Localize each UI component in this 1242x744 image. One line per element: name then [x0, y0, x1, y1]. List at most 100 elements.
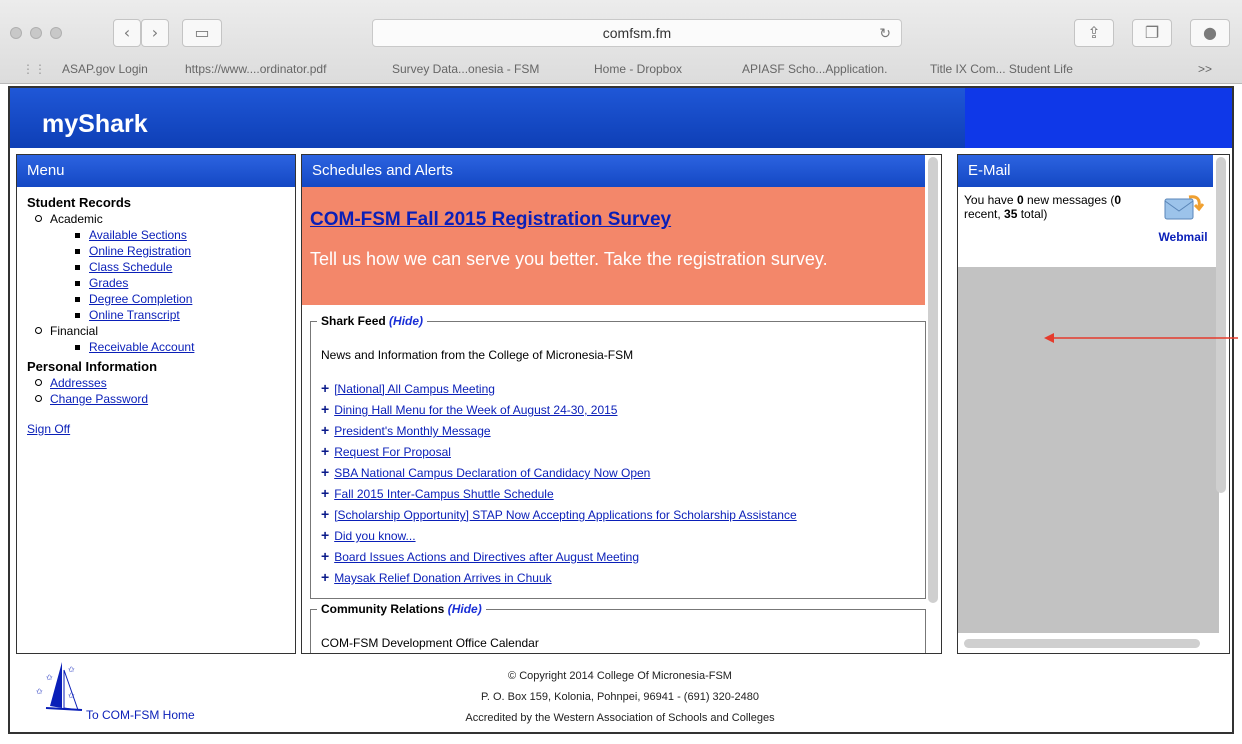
email-content-area	[958, 267, 1219, 633]
chevron-right-icon: ›	[151, 23, 159, 42]
shark-feed-hide-link[interactable]: (Hide)	[389, 314, 423, 328]
bookmark-item[interactable]: ASAP.gov Login	[62, 62, 148, 76]
academic-label: Academic	[27, 211, 285, 227]
feed-item: + Board Issues Actions and Directives aft…	[321, 548, 640, 564]
accreditation-text: Accredited by the Western Association of…	[465, 712, 775, 724]
browser-chrome: ‹ › ▭ comfsm.fm ↻ ⇪ ❐ ● ⋮⋮ ASAP.gov Logi…	[0, 0, 1242, 84]
community-legend: Community Relations (Hide)	[317, 602, 486, 616]
close-window-button[interactable]	[10, 27, 22, 39]
chevron-left-icon: ‹	[123, 23, 131, 42]
menu-panel: Menu Student Records Academic Available …	[16, 154, 296, 654]
myshark-logo: myShark	[42, 110, 148, 138]
bookmark-item[interactable]: https://www....ordinator.pdf	[185, 62, 326, 76]
web-page: myShark Menu Student Records Academic Av…	[8, 86, 1238, 734]
email-scrollbar[interactable]	[1216, 157, 1226, 493]
downloads-button[interactable]: ●	[1190, 19, 1230, 47]
menu-link-class-schedule[interactable]: Class Schedule	[89, 260, 172, 274]
feed-item: + [Scholarship Opportunity] STAP Now Acce…	[321, 506, 797, 522]
banner-accent	[965, 88, 1232, 148]
feed-item: + [National] All Campus Meeting	[321, 380, 495, 396]
menu-link-degree-completion[interactable]: Degree Completion	[89, 292, 192, 306]
plus-icon[interactable]: +	[321, 401, 329, 417]
community-hide-link[interactable]: (Hide)	[448, 602, 482, 616]
more-bookmarks-button[interactable]: >>	[1198, 62, 1212, 76]
schedules-header: Schedules and Alerts	[302, 155, 925, 187]
url-text: comfsm.fm	[602, 25, 672, 41]
shark-feed-legend: Shark Feed (Hide)	[317, 314, 428, 328]
plus-icon[interactable]: +	[321, 380, 329, 396]
browser-toolbar: ‹ › ▭ comfsm.fm ↻ ⇪ ❐ ●	[0, 10, 1242, 50]
bookmark-item[interactable]: Survey Data...onesia - FSM	[392, 62, 539, 76]
svg-text:✩: ✩	[68, 691, 75, 700]
schedules-scrollbar[interactable]	[928, 157, 938, 603]
bookmark-item[interactable]: Title IX Com... Student Life	[930, 62, 1073, 76]
survey-text: Tell us how we can serve you better. Tak…	[310, 249, 828, 269]
grid-icon[interactable]: ⋮⋮	[22, 62, 46, 76]
sign-off-link[interactable]: Sign Off	[27, 422, 70, 436]
envelope-icon	[1164, 195, 1205, 220]
community-relations-box: Community Relations (Hide) COM-FSM Devel…	[310, 602, 926, 653]
share-button[interactable]: ⇪	[1074, 19, 1114, 47]
menu-link-online-transcript[interactable]: Online Transcript	[89, 308, 180, 322]
feed-item: + Maysak Relief Donation Arrives in Chuuk	[321, 569, 552, 585]
zoom-window-button[interactable]	[50, 27, 62, 39]
plus-icon[interactable]: +	[321, 506, 329, 522]
minimize-window-button[interactable]	[30, 27, 42, 39]
plus-icon[interactable]: +	[321, 464, 329, 480]
footer-info: © Copyright 2014 College Of Micronesia-F…	[310, 666, 930, 729]
menu-link-online-registration[interactable]: Online Registration	[89, 244, 191, 258]
menu-link-available-sections[interactable]: Available Sections	[89, 228, 187, 242]
webmail-link[interactable]: Webmail	[1148, 193, 1218, 244]
plus-icon[interactable]: +	[321, 569, 329, 585]
plus-icon[interactable]: +	[321, 527, 329, 543]
email-panel: E-Mail You have 0 new messages (0 recent…	[957, 154, 1230, 654]
feed-item: + Dining Hall Menu for the Week of August…	[321, 401, 618, 417]
menu-link-grades[interactable]: Grades	[89, 276, 128, 290]
feed-intro: News and Information from the College of…	[321, 348, 634, 362]
plus-icon[interactable]: +	[321, 443, 329, 459]
personal-information-heading: Personal Information	[27, 359, 158, 374]
reload-icon[interactable]: ↻	[879, 20, 891, 47]
feed-item: + Fall 2015 Inter-Campus Shuttle Schedule	[321, 485, 554, 501]
menu-link-receivable-account[interactable]: Receivable Account	[89, 340, 194, 354]
header-banner: myShark	[10, 88, 1232, 148]
mail-status: You have 0 new messages (0 recent, 35 to…	[964, 193, 1122, 221]
bookmark-item[interactable]: APIASF Scho...Application.	[742, 62, 887, 76]
plus-icon[interactable]: +	[321, 548, 329, 564]
address-bar[interactable]: comfsm.fm ↻	[372, 19, 902, 47]
plus-icon[interactable]: +	[321, 422, 329, 438]
survey-link[interactable]: COM-FSM Fall 2015 Registration Survey	[310, 209, 671, 230]
tabs-button[interactable]: ❐	[1132, 19, 1172, 47]
home-link[interactable]: ✩ ✩ ✩ ✩ To COM-FSM Home	[32, 658, 232, 728]
email-horizontal-scrollbar[interactable]	[964, 639, 1200, 648]
email-header: E-Mail	[958, 155, 1213, 187]
feed-item: + President's Monthly Message	[321, 422, 491, 438]
feed-item: + Did you know...	[321, 527, 416, 543]
plus-icon[interactable]: +	[321, 485, 329, 501]
svg-text:✩: ✩	[46, 673, 53, 682]
download-icon: ●	[1203, 23, 1217, 42]
bookmark-item[interactable]: Home - Dropbox	[594, 62, 682, 76]
footer: ✩ ✩ ✩ ✩ To COM-FSM Home © Copyright 2014…	[10, 654, 1232, 732]
red-arrow-annotation	[1044, 333, 1238, 343]
feed-item: + SBA National Campus Declaration of Cand…	[321, 464, 651, 480]
forward-button[interactable]: ›	[141, 19, 169, 47]
copyright-text: © Copyright 2014 College Of Micronesia-F…	[508, 670, 732, 682]
survey-alert: COM-FSM Fall 2015 Registration Survey Te…	[302, 187, 925, 305]
financial-label: Financial	[27, 323, 285, 339]
tabs-icon: ❐	[1144, 23, 1160, 42]
menu-link-change-password[interactable]: Change Password	[50, 392, 148, 406]
bookmarks-bar: ⋮⋮ ASAP.gov Login https://www....ordinat…	[0, 56, 1242, 82]
feed-item: + Request For Proposal	[321, 443, 451, 459]
shark-feed-box: Shark Feed (Hide) News and Information f…	[310, 314, 926, 599]
student-records-heading: Student Records	[27, 195, 132, 210]
schedules-panel: Schedules and Alerts COM-FSM Fall 2015 R…	[301, 154, 942, 654]
svg-text:✩: ✩	[36, 687, 43, 696]
address-text: P. O. Box 159, Kolonia, Pohnpei, 96941 -…	[480, 691, 760, 703]
back-button[interactable]: ‹	[113, 19, 141, 47]
share-icon: ⇪	[1087, 23, 1101, 42]
sidebar-icon: ▭	[194, 23, 210, 42]
sidebar-toggle-button[interactable]: ▭	[182, 19, 222, 47]
menu-link-addresses[interactable]: Addresses	[50, 376, 107, 390]
menu-header: Menu	[17, 155, 295, 187]
